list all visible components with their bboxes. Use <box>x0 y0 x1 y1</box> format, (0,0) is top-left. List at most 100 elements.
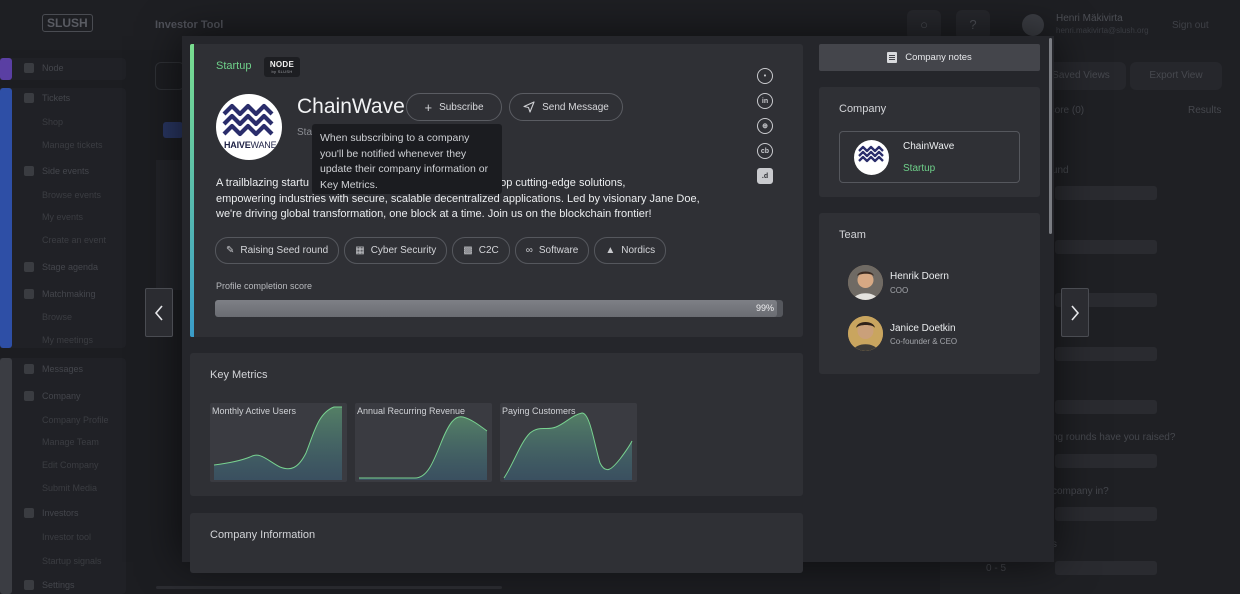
sidebar-item-icon <box>24 262 34 272</box>
tag-business-model[interactable]: ▩ C2C <box>452 237 510 264</box>
filter-select[interactable] <box>1055 347 1157 361</box>
filter-select[interactable] <box>1055 400 1157 414</box>
filter-chip[interactable] <box>163 122 183 138</box>
sidebar-item[interactable]: Edit Company <box>42 460 99 470</box>
node-badge-sub: by SLUSH <box>271 69 293 74</box>
chevron-right-icon <box>1071 304 1080 321</box>
team-member-avatar[interactable] <box>848 316 883 351</box>
sidebar-item[interactable]: Settings <box>24 580 75 590</box>
tag-funding[interactable]: ✎ Raising Seed round <box>215 237 340 264</box>
sidebar-item[interactable]: Matchmaking <box>24 289 96 299</box>
subscribe-button[interactable]: + Subscribe <box>406 93 502 121</box>
sidebar-item[interactable]: Stage agenda <box>24 262 98 272</box>
dealroom-icon[interactable]: .d <box>757 168 773 184</box>
sidebar-item[interactable]: My meetings <box>42 335 93 345</box>
profile-score-bar: 99% <box>215 300 783 317</box>
export-view-button[interactable]: Export View <box>1130 62 1222 90</box>
chevron-left-icon <box>154 304 163 321</box>
sidebar-item-icon <box>24 166 34 176</box>
company-section-title: Company <box>839 103 887 115</box>
node-badge: NODE by SLUSH <box>264 57 300 77</box>
sidebar-item-icon <box>24 580 34 590</box>
page-title: Investor Tool <box>155 19 224 31</box>
metric-label: Annual Recurring Revenue <box>357 406 466 416</box>
social-links: • in ⊕ cb .d <box>752 62 778 190</box>
sign-out-link[interactable]: Sign out <box>1172 20 1209 31</box>
sidebar-item[interactable]: Submit Media <box>42 483 97 493</box>
profile-score-label: Profile completion score <box>216 281 313 291</box>
notes-icon <box>887 52 898 63</box>
horizontal-scrollbar[interactable] <box>156 586 502 589</box>
profile-score-fill <box>215 300 778 317</box>
send-icon <box>523 101 535 113</box>
filter-select[interactable] <box>1055 507 1157 521</box>
logo-wordmark: HAIVEWANE <box>224 140 277 150</box>
filter-select[interactable] <box>1055 561 1157 575</box>
next-company-button[interactable] <box>1061 288 1089 337</box>
sidebar-item[interactable]: Investors <box>24 508 79 518</box>
subscribe-label: Subscribe <box>439 101 484 113</box>
tag-label: Raising Seed round <box>240 245 329 256</box>
company-notes-button[interactable]: Company notes <box>819 44 1040 71</box>
send-message-button[interactable]: Send Message <box>509 93 623 121</box>
filter-select[interactable] <box>1055 186 1157 200</box>
sidebar-item[interactable]: Tickets <box>24 93 70 103</box>
sidebar-item[interactable]: Create an event <box>42 235 106 245</box>
person-icon <box>848 265 883 300</box>
sidebar-item-icon <box>24 63 34 73</box>
metric-chart-mau[interactable]: Monthly Active Users <box>210 403 347 482</box>
sidebar-item[interactable]: Side events <box>24 166 89 176</box>
sidebar-item-icon <box>24 289 34 299</box>
sidebar-item[interactable]: Messages <box>24 364 84 374</box>
stage-label: Startup <box>216 60 252 72</box>
sidebar-item[interactable]: Shop <box>42 117 63 127</box>
sidebar-item[interactable]: Company <box>24 391 81 401</box>
subscribe-tooltip: When subscribing to a company you'll be … <box>312 124 502 194</box>
user-email: henri.makivirta@slush.org <box>1056 26 1149 35</box>
sidebar-item-label: Submit Media <box>42 483 98 493</box>
user-avatar[interactable] <box>1022 14 1044 36</box>
previous-company-button[interactable] <box>145 288 173 337</box>
team-member-avatar[interactable] <box>848 265 883 300</box>
filter-select[interactable] <box>1055 240 1157 254</box>
search-input[interactable] <box>155 62 185 90</box>
sidebar-item-label: Messages <box>42 364 84 374</box>
sidebar-item[interactable]: My events <box>42 212 83 222</box>
profile-score-value: 99% <box>755 303 774 313</box>
modal-scrollbar[interactable] <box>1049 38 1052 234</box>
globe-icon[interactable]: ⊕ <box>757 118 773 134</box>
logo-wordmark-light: WANE <box>250 140 277 150</box>
sidebar-item[interactable]: Manage tickets <box>42 140 103 150</box>
description-line: we're driving global transformation, one… <box>216 208 652 220</box>
tag-category[interactable]: ∞ Software <box>514 237 590 264</box>
metric-chart-customers[interactable]: Paying Customers <box>500 403 637 482</box>
sidebar-item[interactable]: Startup signals <box>42 556 102 566</box>
sidebar-item[interactable]: Company Profile <box>42 415 109 425</box>
filter-select[interactable] <box>1055 454 1157 468</box>
sidebar-item-label: Browse events <box>42 190 102 200</box>
chat-icon[interactable]: • <box>757 68 773 84</box>
sidebar-item[interactable]: Investor tool <box>42 532 91 542</box>
linkedin-icon[interactable]: in <box>757 93 773 109</box>
tag-region[interactable]: ▲ Nordics <box>594 237 667 264</box>
crunchbase-icon[interactable]: cb <box>757 143 773 159</box>
company-name: ChainWave <box>297 95 405 118</box>
metric-chart-arr[interactable]: Annual Recurring Revenue <box>355 403 492 482</box>
sidebar-item[interactable]: Node <box>24 63 64 73</box>
tag-label: C2C <box>478 245 499 256</box>
results-column-header: Results <box>1188 105 1222 116</box>
sidebar-item-label: Node <box>42 63 64 73</box>
team-member-role: Co-founder & CEO <box>890 337 958 346</box>
sidebar-item-label: Company Profile <box>42 415 109 425</box>
sidebar-item[interactable]: Browse <box>42 312 72 322</box>
sidebar-item[interactable]: Browse events <box>42 190 101 200</box>
wave-logo-icon <box>222 103 274 137</box>
tag-industry[interactable]: ▦ Cyber Security <box>344 237 448 264</box>
sidebar-item-icon <box>24 508 34 518</box>
sidebar-item-label: My meetings <box>42 335 94 345</box>
briefcase-icon: ▩ <box>463 245 473 256</box>
filter-label: ng rounds have you raised? <box>1052 432 1176 443</box>
sidebar-item[interactable]: Manage Team <box>42 437 99 447</box>
metric-label: Monthly Active Users <box>212 406 297 416</box>
sidebar-item-label: Manage Team <box>42 437 99 447</box>
